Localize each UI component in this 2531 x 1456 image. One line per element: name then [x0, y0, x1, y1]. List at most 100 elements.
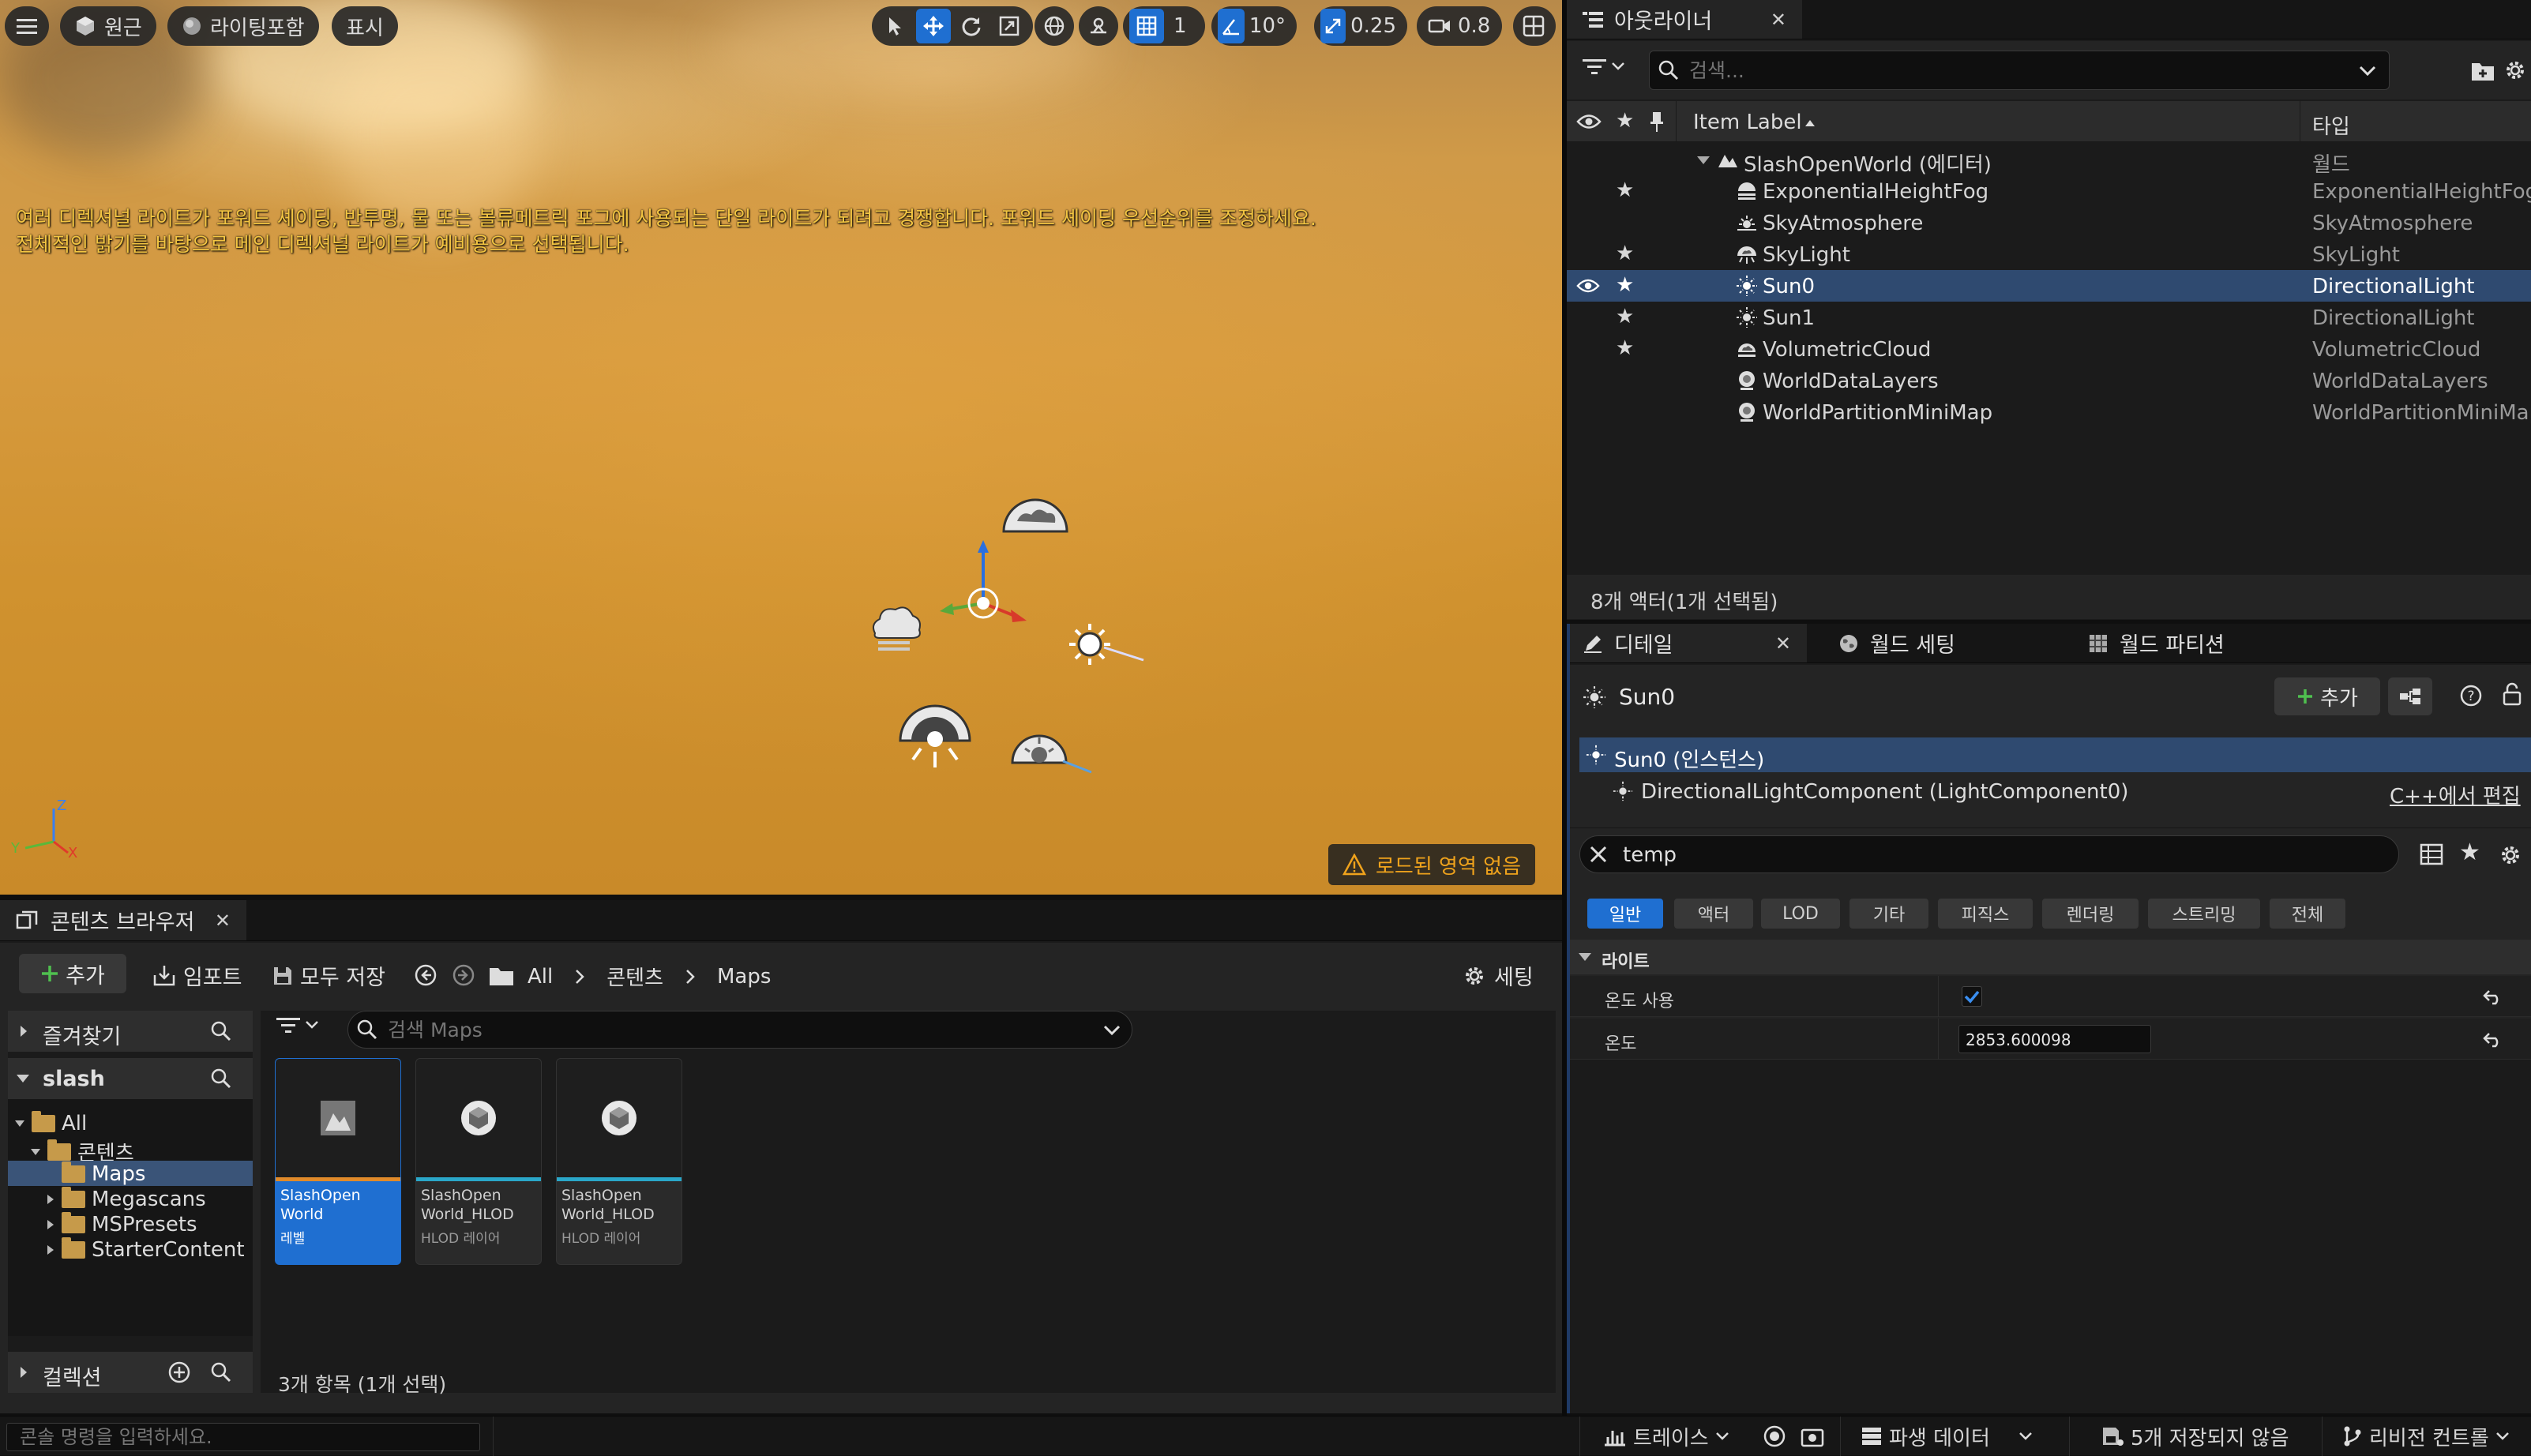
category-rendering[interactable]: 렌더링: [2042, 899, 2139, 929]
import-button[interactable]: 임포트: [152, 960, 242, 991]
asset-tile-selected[interactable]: SlashOpen World 레벨: [275, 1058, 401, 1265]
outliner-row[interactable]: ★ ExponentialHeightFog ExponentialHeight…: [1567, 175, 2531, 207]
star-column-icon[interactable]: ★: [1616, 109, 1634, 133]
rotate-tool-button[interactable]: [954, 9, 989, 43]
add-component-button[interactable]: 추가: [2274, 677, 2380, 715]
gear-icon[interactable]: [2499, 843, 2522, 867]
back-arrow-icon[interactable]: [414, 963, 437, 987]
favorites-header[interactable]: 즐겨찾기: [8, 1011, 253, 1052]
globe-button[interactable]: [1041, 9, 1068, 43]
column-type[interactable]: 타입: [2312, 111, 2350, 140]
grid-snap-value[interactable]: 1: [1167, 14, 1193, 38]
scale-tool-button[interactable]: [992, 9, 1027, 43]
temperature-input[interactable]: 2853.600098: [1958, 1025, 2151, 1053]
tab-outliner[interactable]: 아웃라이너 ✕: [1567, 0, 1802, 39]
sun1-actor[interactable]: [1061, 621, 1148, 668]
outliner-row[interactable]: SkyAtmosphere SkyAtmosphere: [1567, 207, 2531, 238]
add-folder-icon[interactable]: [2470, 60, 2495, 82]
pin-icon[interactable]: [1649, 111, 1665, 133]
outliner-row[interactable]: ★ SkyLight SkyLight: [1567, 238, 2531, 270]
search-icon[interactable]: [210, 1068, 232, 1090]
component-row[interactable]: DirectionalLightComponent (LightComponen…: [1579, 774, 2531, 809]
eye-icon[interactable]: [1576, 113, 1602, 130]
asset-search-input[interactable]: [386, 1017, 1065, 1042]
category-actor[interactable]: 액터: [1674, 899, 1753, 929]
camera-speed-group[interactable]: 0.8: [1417, 6, 1502, 46]
unsaved-assets-button[interactable]: 5개 저장되지 않음: [2101, 1417, 2289, 1456]
console-input-box[interactable]: [6, 1423, 480, 1451]
category-lod[interactable]: LOD: [1761, 899, 1840, 929]
add-button[interactable]: 추가: [19, 954, 126, 993]
outliner-search-input[interactable]: [1688, 58, 2319, 83]
folder-icon[interactable]: [488, 965, 515, 987]
help-icon[interactable]: ?: [2459, 684, 2483, 707]
tree-item-megascans[interactable]: Megascans: [46, 1187, 206, 1211]
asset-tile[interactable]: SlashOpen World_HLOD HLOD 레이어: [415, 1058, 542, 1265]
favorite-icon[interactable]: ★: [2459, 839, 2480, 866]
tab-world-settings[interactable]: 월드 세팅: [1823, 624, 2060, 662]
column-item-label[interactable]: Item Label: [1693, 111, 1802, 134]
chevron-down-icon[interactable]: [1103, 1025, 1121, 1036]
viewport-layout-button[interactable]: [1513, 6, 1556, 46]
scale-snap-value[interactable]: 0.25: [1349, 14, 1401, 38]
scale-snap-button[interactable]: [1320, 9, 1346, 43]
outliner-search-box[interactable]: [1649, 51, 2390, 90]
level-viewport[interactable]: 원근 라이팅포함 표시 1 10° 0.25 0.8 여러 디렉셔널 라이트가 …: [0, 0, 1562, 895]
add-collection-icon[interactable]: [167, 1360, 191, 1384]
show-button[interactable]: 표시: [332, 6, 398, 46]
actor-name[interactable]: Sun0: [1619, 684, 1675, 710]
component-row-instance[interactable]: Sun0 (인스턴스): [1579, 737, 2531, 772]
close-icon[interactable]: ✕: [1771, 9, 1786, 31]
edit-in-cpp-link[interactable]: C++에서 편집: [2390, 780, 2521, 809]
surface-snap-button[interactable]: [1085, 9, 1112, 43]
star-icon[interactable]: ★: [1616, 242, 1634, 265]
close-icon[interactable]: ✕: [215, 910, 231, 932]
category-general[interactable]: 일반: [1587, 899, 1663, 929]
search-icon[interactable]: [210, 1020, 232, 1042]
outliner-row-selected[interactable]: ★ Sun0 DirectionalLight: [1567, 270, 2531, 302]
lighting-mode-button[interactable]: 라이팅포함: [167, 6, 319, 46]
asset-filter-button[interactable]: [276, 1015, 319, 1034]
exponential-height-fog-actor[interactable]: [1008, 720, 1095, 775]
select-tool-button[interactable]: [878, 9, 913, 43]
section-light-header[interactable]: 라이트: [1567, 940, 2531, 974]
surface-snap-toggle[interactable]: [1079, 6, 1118, 46]
grid-snap-button[interactable]: [1129, 9, 1164, 43]
asset-tile[interactable]: SlashOpen World_HLOD HLOD 레이어: [556, 1058, 682, 1265]
rotation-snap-button[interactable]: [1218, 9, 1245, 43]
no-loaded-region-button[interactable]: 로드된 영역 없음: [1328, 844, 1535, 885]
clear-filter-icon[interactable]: [1588, 844, 1609, 865]
settings-button[interactable]: 세팅: [1463, 960, 1534, 991]
record-icon[interactable]: [1763, 1424, 1786, 1448]
outliner-row[interactable]: WorldDataLayers WorldDataLayers: [1567, 365, 2531, 396]
category-all[interactable]: 전체: [2270, 899, 2345, 929]
lock-icon[interactable]: [2502, 682, 2522, 706]
tab-content-browser[interactable]: 콘텐츠 브라우저 ✕: [0, 900, 246, 940]
property-matrix-icon[interactable]: [2420, 843, 2443, 865]
volumetric-cloud-actor[interactable]: [867, 602, 924, 657]
star-icon[interactable]: ★: [1616, 336, 1634, 360]
save-all-button[interactable]: 모두 저장: [272, 960, 385, 991]
asset-search-box[interactable]: [347, 1011, 1132, 1049]
forward-arrow-icon[interactable]: [452, 963, 475, 987]
derived-data-button[interactable]: 파생 데이터: [1861, 1417, 2033, 1456]
star-icon[interactable]: ★: [1616, 178, 1634, 202]
use-temperature-checkbox[interactable]: [1962, 986, 1982, 1007]
sky-atmosphere-actor[interactable]: [897, 701, 973, 772]
chevron-down-icon[interactable]: [2359, 66, 2376, 77]
revision-control-button[interactable]: 리비전 컨트롤: [2342, 1417, 2510, 1456]
tab-world-partition[interactable]: 월드 파티션: [2072, 624, 2309, 662]
outliner-row[interactable]: ★ VolumetricCloud VolumetricCloud: [1567, 333, 2531, 365]
collections-header[interactable]: 컬렉션: [8, 1352, 253, 1393]
translate-tool-button[interactable]: [916, 9, 951, 43]
outliner-world-row[interactable]: SlashOpenWorld (에디터) 월드: [1567, 144, 2531, 177]
category-misc[interactable]: 기타: [1849, 899, 1928, 929]
viewport-menu-button[interactable]: [5, 6, 49, 46]
sun0-transform-gizmo[interactable]: [932, 540, 1035, 643]
world-local-toggle[interactable]: [1035, 6, 1074, 46]
console-input[interactable]: [18, 1425, 468, 1449]
chevron-down-icon[interactable]: [1696, 155, 1710, 166]
reset-to-default-icon[interactable]: [2483, 988, 2503, 1005]
close-icon[interactable]: ✕: [1775, 632, 1791, 655]
outliner-row[interactable]: WorldPartitionMiniMap WorldPartitionMini…: [1567, 396, 2531, 428]
